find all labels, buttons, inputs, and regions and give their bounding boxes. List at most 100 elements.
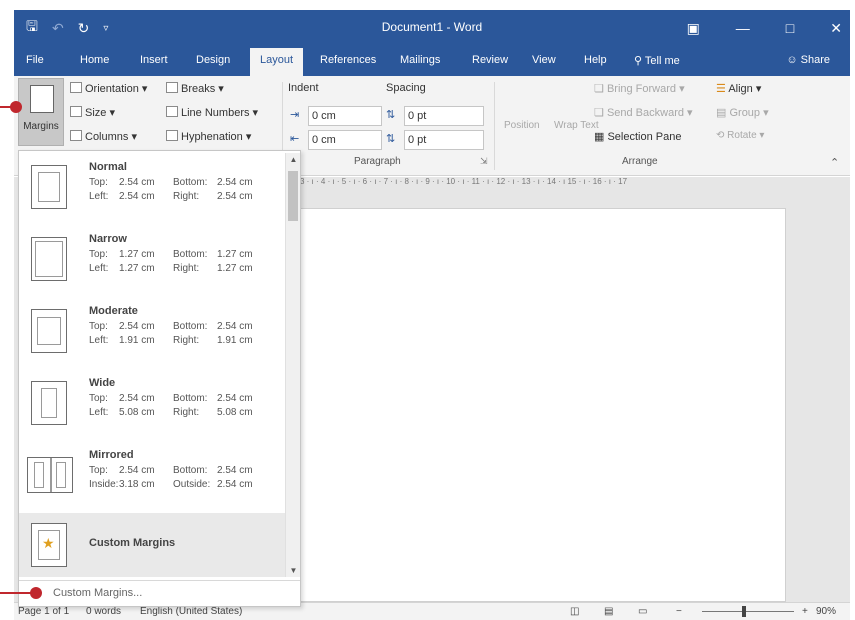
margin-option-custom[interactable]: ★ Custom Margins xyxy=(19,513,285,577)
restore-icon[interactable]: □ xyxy=(786,20,794,36)
spacing-before-field[interactable]: 0 pt xyxy=(404,106,484,126)
margin-value: 5.08 cm xyxy=(217,407,253,418)
document-page[interactable] xyxy=(300,208,786,602)
tab-home[interactable]: Home xyxy=(80,54,109,66)
indent-left-field[interactable]: 0 cm xyxy=(308,106,382,126)
margin-value: 5.08 cm xyxy=(119,407,155,418)
language-indicator[interactable]: English (United States) xyxy=(140,606,242,617)
line-numbers-button[interactable]: Line Numbers ▾ xyxy=(166,106,258,119)
tab-help[interactable]: Help xyxy=(584,54,607,66)
custom-margins-menu-item[interactable]: Custom Margins... xyxy=(19,580,300,606)
share-button[interactable]: ☺ Share xyxy=(786,54,830,66)
margin-value: 1.27 cm xyxy=(217,263,253,274)
align-button[interactable]: ☰ Align ▾ xyxy=(716,82,761,95)
margins-button[interactable]: Margins xyxy=(18,78,64,146)
ribbon-display-options-icon[interactable]: ▣ xyxy=(687,20,700,37)
margin-value: 2.54 cm xyxy=(119,393,155,404)
bring-forward-button[interactable]: ❏ Bring Forward ▾ xyxy=(594,82,685,95)
margin-key: Top: xyxy=(89,465,108,476)
margin-key: Inside: xyxy=(89,479,119,490)
spacing-after-icon: ⇅ xyxy=(386,133,396,145)
position-button[interactable]: Position xyxy=(504,120,540,131)
send-backward-button[interactable]: ❏ Send Backward ▾ xyxy=(594,106,693,119)
breaks-button[interactable]: Breaks ▾ xyxy=(166,82,224,95)
margin-key: Right: xyxy=(173,335,200,346)
margin-key: Left: xyxy=(89,191,109,202)
columns-label: Columns xyxy=(85,131,129,143)
margin-value: 2.54 cm xyxy=(217,177,253,188)
group-button[interactable]: ▤ Group ▾ xyxy=(716,106,769,119)
scroll-down-icon[interactable]: ▼ xyxy=(286,566,301,575)
columns-button[interactable]: Columns ▾ xyxy=(70,130,137,143)
margin-preview-icon xyxy=(31,237,67,281)
margin-key: Top: xyxy=(89,321,108,332)
orientation-icon xyxy=(70,82,82,93)
rotate-button[interactable]: ⟲ Rotate ▾ xyxy=(716,130,764,141)
tab-insert[interactable]: Insert xyxy=(140,54,168,66)
bring-forward-icon: ❏ xyxy=(594,83,604,95)
breaks-icon xyxy=(166,82,178,93)
margin-value: 1.91 cm xyxy=(217,335,253,346)
horizontal-ruler: 3 · ı · 4 · ı · 5 · ı · 6 · ı · 7 · ı · … xyxy=(300,177,628,186)
tab-review[interactable]: Review xyxy=(472,54,508,66)
tab-references[interactable]: References xyxy=(320,54,376,66)
tab-layout[interactable]: Layout xyxy=(250,48,304,76)
orientation-button[interactable]: Orientation ▾ xyxy=(70,82,147,95)
margin-value: 2.54 cm xyxy=(217,465,253,476)
margin-option-mirrored[interactable]: Mirrored Top: 2.54 cm Bottom: 2.54 cm Insid… xyxy=(19,441,285,511)
margin-option-moderate[interactable]: Moderate Top: 2.54 cm Bottom: 2.54 cm Left:… xyxy=(19,297,285,367)
margin-option-wide[interactable]: Wide Top: 2.54 cm Bottom: 2.54 cm Left: 5.08… xyxy=(19,369,285,439)
columns-icon xyxy=(70,130,82,141)
align-icon: ☰ xyxy=(716,83,726,95)
tell-me-search[interactable]: ⚲ Tell me xyxy=(634,54,680,67)
scrollbar-thumb[interactable] xyxy=(288,171,298,221)
tab-mailings[interactable]: Mailings xyxy=(400,54,440,66)
spacing-before-icon: ⇅ xyxy=(386,109,396,121)
zoom-out-icon[interactable]: − xyxy=(676,606,682,617)
tab-view[interactable]: View xyxy=(532,54,556,66)
margin-value: 1.27 cm xyxy=(119,249,155,260)
tab-design[interactable]: Design xyxy=(196,54,230,66)
rotate-label: Rotate xyxy=(727,130,757,141)
margin-value: 2.54 cm xyxy=(119,321,155,332)
zoom-slider[interactable] xyxy=(702,611,794,612)
word-count[interactable]: 0 words xyxy=(86,606,121,617)
margin-option-name: Mirrored xyxy=(89,449,134,461)
tab-file[interactable]: File xyxy=(26,54,44,66)
minimize-icon[interactable]: — xyxy=(736,20,750,36)
indent-right-field[interactable]: 0 cm xyxy=(308,130,382,150)
margin-key: Left: xyxy=(89,407,109,418)
margin-key: Bottom: xyxy=(173,177,208,188)
margin-value: 2.54 cm xyxy=(119,177,155,188)
paragraph-dialog-launcher-icon[interactable]: ⇲ xyxy=(480,156,488,167)
close-icon[interactable]: ✕ xyxy=(830,20,842,37)
margin-value: 2.54 cm xyxy=(217,393,253,404)
margins-dropdown: Normal Top: 2.54 cm Bottom: 2.54 cm Left: 2.… xyxy=(18,150,301,607)
margin-option-name: Narrow xyxy=(89,233,127,245)
dropdown-scrollbar[interactable]: ▲ ▼ xyxy=(285,153,300,577)
selection-pane-button[interactable]: ▦ Selection Pane xyxy=(594,130,681,143)
margin-key: Top: xyxy=(89,249,108,260)
selection-pane-icon: ▦ xyxy=(594,131,605,143)
spacing-after-field[interactable]: 0 pt xyxy=(404,130,484,150)
page-count[interactable]: Page 1 of 1 xyxy=(18,606,69,617)
size-button[interactable]: Size ▾ xyxy=(70,106,115,119)
bring-forward-label: Bring Forward xyxy=(606,83,677,95)
margin-option-narrow[interactable]: Narrow Top: 1.27 cm Bottom: 1.27 cm Left: 1.… xyxy=(19,225,285,295)
zoom-slider-thumb[interactable] xyxy=(742,606,746,617)
group-label: Group xyxy=(729,107,761,119)
web-layout-icon[interactable]: ▭ xyxy=(638,606,647,617)
hyphenation-button[interactable]: Hyphenation ▾ xyxy=(166,130,251,143)
zoom-level[interactable]: 90% xyxy=(816,606,836,617)
margin-option-normal[interactable]: Normal Top: 2.54 cm Bottom: 2.54 cm Left: 2.… xyxy=(19,153,285,223)
scroll-up-icon[interactable]: ▲ xyxy=(286,155,301,164)
margin-value: 2.54 cm xyxy=(217,321,253,332)
print-layout-icon[interactable]: ▤ xyxy=(604,606,613,617)
read-mode-icon[interactable]: ◫ xyxy=(570,606,579,617)
collapse-ribbon-icon[interactable]: ⌃ xyxy=(830,156,839,169)
hyphenation-icon xyxy=(166,130,178,141)
margin-key: Bottom: xyxy=(173,249,208,260)
zoom-in-icon[interactable]: + xyxy=(802,606,808,617)
wrap-text-button[interactable]: Wrap Text xyxy=(554,120,599,131)
line-numbers-label: Line Numbers xyxy=(181,107,250,119)
